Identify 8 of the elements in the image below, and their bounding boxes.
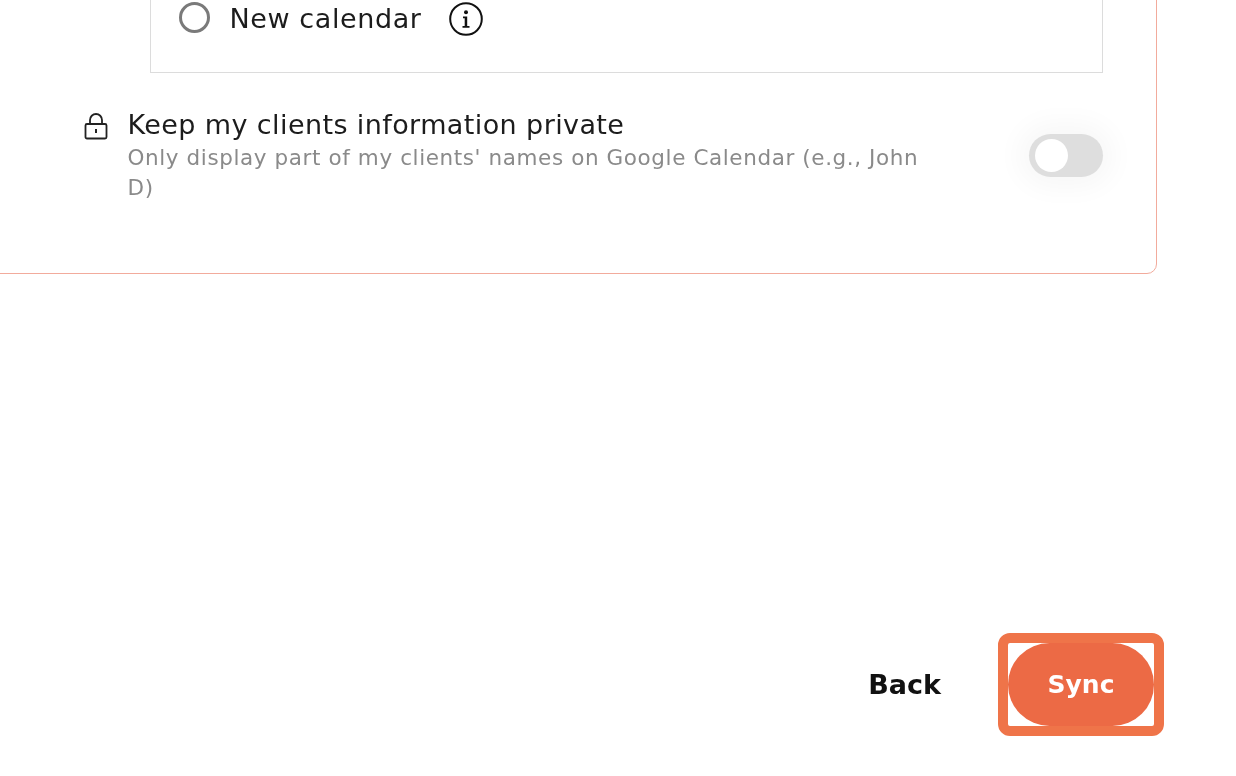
info-icon[interactable] xyxy=(448,2,483,36)
back-button[interactable]: Back xyxy=(868,665,941,704)
privacy-description: Only display part of my clients' names on Google Calendar (e.g., John D) xyxy=(127,144,920,202)
privacy-toggle[interactable] xyxy=(1028,134,1103,177)
radio-button[interactable] xyxy=(178,2,210,33)
option-label: New calendar xyxy=(229,2,422,36)
lock-icon xyxy=(83,112,108,140)
privacy-title: Keep my clients information private xyxy=(127,109,625,141)
